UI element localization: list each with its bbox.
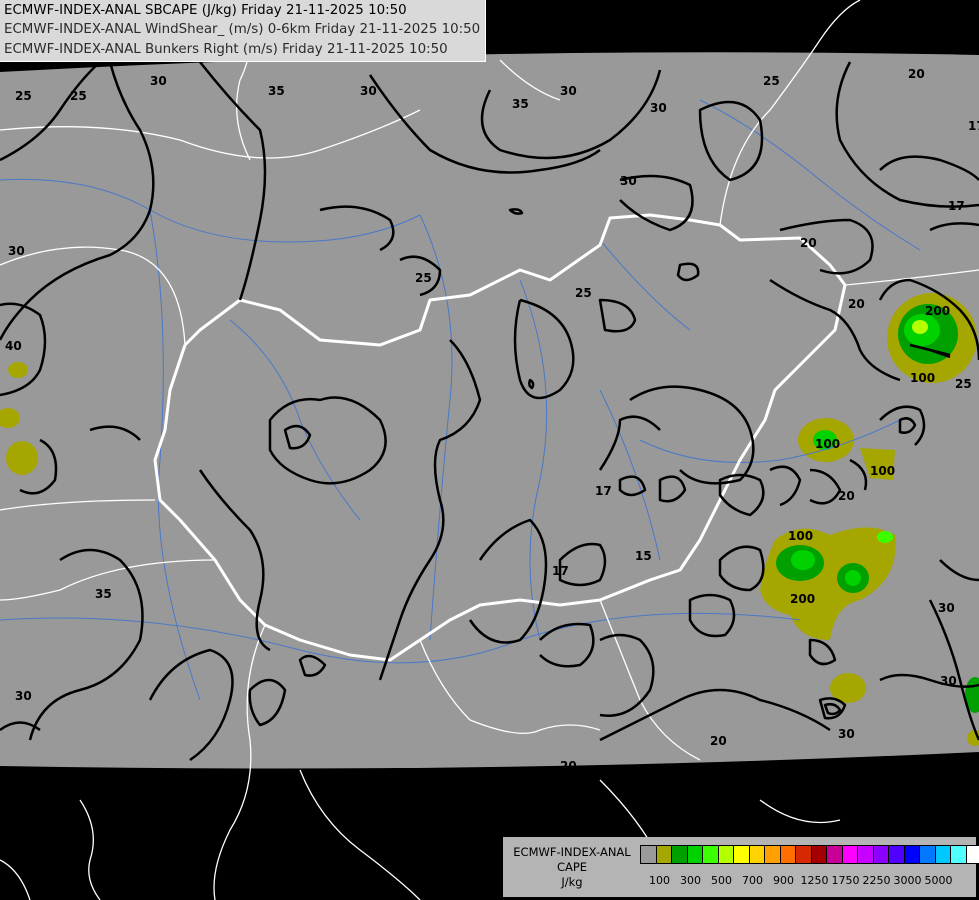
contour-label: 100 <box>870 464 895 478</box>
contour-label: 30 <box>8 244 25 258</box>
contour-label: 35 <box>268 84 285 98</box>
legend-swatch <box>950 845 967 864</box>
cape-legend: ECMWF-INDEX-ANAL CAPE J/kg 100 300 500 700 9… <box>503 837 979 897</box>
legend-swatch <box>857 845 874 864</box>
legend-tick-label: 900 <box>773 874 794 887</box>
contour-label: 100 <box>788 529 813 543</box>
contour-label: 20 <box>838 489 855 503</box>
legend-swatch <box>764 845 781 864</box>
legend-swatch <box>702 845 719 864</box>
legend-swatch <box>841 845 858 864</box>
legend-title-line1: ECMWF-INDEX-ANAL <box>513 845 631 859</box>
contour-label: 30 <box>938 601 955 615</box>
legend-swatch <box>810 845 827 864</box>
legend-tick-label: 1750 <box>831 874 860 887</box>
legend-swatch <box>903 845 920 864</box>
legend-color-scale <box>640 845 979 865</box>
contour-label: 200 <box>790 592 815 606</box>
legend-swatch <box>795 845 812 864</box>
map-title-box: ECMWF-INDEX-ANAL SBCAPE (J/kg) Friday 21… <box>0 0 486 62</box>
legend-swatch <box>671 845 688 864</box>
contour-label: 17 <box>948 199 965 213</box>
contour-label: 200 <box>925 304 950 318</box>
contour-label: 40 <box>5 339 22 353</box>
contour-label: 30 <box>620 174 637 188</box>
legend-swatch <box>888 845 905 864</box>
contour-label: 100 <box>910 371 935 385</box>
contour-label: 30 <box>838 727 855 741</box>
contour-label: 35 <box>512 97 529 111</box>
legend-tick-label: 500 <box>711 874 732 887</box>
title-sbcape: ECMWF-INDEX-ANAL SBCAPE (J/kg) Friday 21… <box>4 3 407 18</box>
contour-label: 25 <box>955 377 972 391</box>
title-windshear: ECMWF-INDEX-ANAL WindShear_ (m/s) 0-6km … <box>4 22 481 38</box>
contour-label: 30 <box>650 101 667 115</box>
contour-label: 20 <box>800 236 817 250</box>
contour-label: 25 <box>575 286 592 300</box>
contour-label: 35 <box>95 587 112 601</box>
contour-label: 30 <box>150 74 167 88</box>
legend-unit: J/kg <box>561 875 583 889</box>
contour-label: 30 <box>15 689 32 703</box>
legend-swatch <box>826 845 843 864</box>
legend-swatch <box>779 845 796 864</box>
contour-label: 17 <box>552 564 569 578</box>
legend-swatch <box>872 845 889 864</box>
contour-label: 100 <box>815 437 840 451</box>
legend-swatch <box>748 845 765 864</box>
title-bunkers: ECMWF-INDEX-ANAL Bunkers Right (m/s) Fri… <box>4 41 448 57</box>
legend-title: ECMWF-INDEX-ANAL CAPE J/kg <box>508 845 636 890</box>
contour-label: 17 <box>968 119 979 133</box>
legend-tick-label: 300 <box>680 874 701 887</box>
contour-label: 20 <box>848 297 865 311</box>
contour-label: 25 <box>70 89 87 103</box>
legend-swatch <box>717 845 734 864</box>
legend-swatch <box>919 845 936 864</box>
legend-tick-label: 1250 <box>800 874 829 887</box>
legend-title-line2: CAPE <box>556 860 588 874</box>
legend-swatch <box>965 845 979 864</box>
legend-tick-label: 3000 <box>893 874 922 887</box>
contour-label: 20 <box>560 759 577 773</box>
legend-swatch <box>640 845 657 864</box>
legend-swatch <box>733 845 750 864</box>
contour-label: 25 <box>15 89 32 103</box>
contour-label: 17 <box>595 484 612 498</box>
legend-tick-label: 700 <box>742 874 763 887</box>
legend-tick-label: 5000 <box>924 874 953 887</box>
contour-label: 15 <box>635 549 652 563</box>
legend-swatch <box>655 845 672 864</box>
contour-label: 25 <box>763 74 780 88</box>
legend-swatch <box>686 845 703 864</box>
contour-label: 25 <box>415 271 432 285</box>
legend-tick-label: 2250 <box>862 874 891 887</box>
legend-tick-label: 100 <box>649 874 670 887</box>
contour-label: 30 <box>940 674 957 688</box>
contour-label: 20 <box>908 67 925 81</box>
weather-map: 25 30 35 30 30 35 25 20 17 30 17 30 20 2… <box>0 0 979 900</box>
contour-label: 20 <box>710 734 727 748</box>
legend-swatch <box>934 845 951 864</box>
contour-label: 30 <box>360 84 377 98</box>
contour-label: 30 <box>560 84 577 98</box>
